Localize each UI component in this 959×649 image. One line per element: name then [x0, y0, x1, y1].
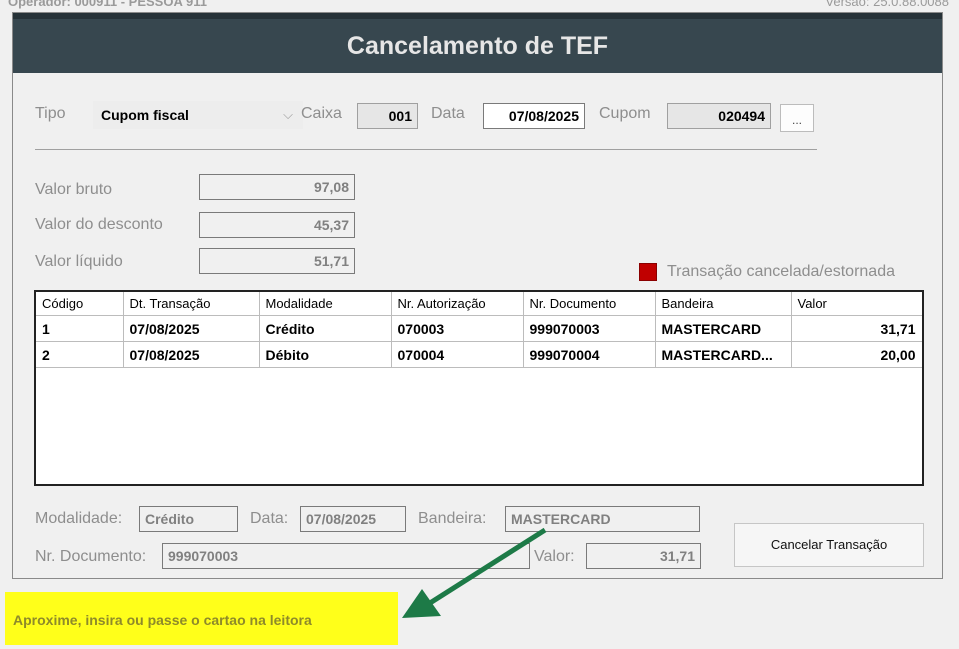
cell-nr-autorizacao: 070003 [391, 315, 524, 342]
tipo-value: Cupom fiscal [101, 107, 189, 123]
valor-bruto-field: 97,08 [199, 174, 355, 200]
cell-nr-autorizacao: 070004 [391, 341, 524, 368]
column-header-nr-autorizacao[interactable]: Nr. Autorização [391, 292, 524, 316]
browse-cupom-button[interactable]: ... [780, 104, 814, 132]
tipo-label: Tipo [35, 105, 66, 122]
data-label: Data [431, 105, 465, 122]
cancelled-legend-swatch [639, 263, 657, 281]
detail-data-label: Data: [250, 510, 289, 527]
cancel-tef-dialog: Cancelamento de TEF Tipo Cupom fiscal ⌵ … [12, 12, 943, 579]
column-header-valor[interactable]: Valor [791, 292, 922, 316]
cell-modalidade: Crédito [259, 315, 392, 342]
cell-nr-documento: 999070003 [523, 315, 656, 342]
valor-liquido-label: Valor líquido [35, 253, 123, 270]
cell-valor: 31,71 [791, 315, 922, 342]
cell-codigo: 1 [36, 315, 124, 342]
column-header-modalidade[interactable]: Modalidade [259, 292, 392, 316]
cell-valor: 20,00 [791, 341, 922, 368]
grid-header-row: Código Dt. Transação Modalidade Nr. Auto… [36, 292, 922, 316]
detail-valor-label: Valor: [534, 548, 575, 565]
cell-bandeira: MASTERCARD... [655, 341, 792, 368]
tipo-select[interactable]: Cupom fiscal ⌵ [93, 101, 303, 129]
cell-nr-documento: 999070004 [523, 341, 656, 368]
valor-liquido-field: 51,71 [199, 248, 355, 274]
cell-dt-transacao: 07/08/2025 [123, 315, 260, 342]
caixa-label: Caixa [301, 105, 342, 122]
table-row[interactable]: 2 07/08/2025 Débito 070004 999070004 MAS… [36, 341, 922, 368]
operator-label: Operador: 000911 - PESSOA 911 [8, 0, 207, 9]
cell-codigo: 2 [36, 341, 124, 368]
cupom-label: Cupom [599, 105, 651, 122]
cancel-transaction-button[interactable]: Cancelar Transação [734, 523, 924, 567]
valor-desconto-field: 45,37 [199, 212, 355, 238]
cell-modalidade: Débito [259, 341, 392, 368]
column-header-codigo[interactable]: Código [36, 292, 124, 316]
detail-valor-field: 31,71 [586, 543, 701, 569]
detail-documento-label: Nr. Documento: [35, 548, 147, 565]
detail-bandeira-field: MASTERCARD [505, 506, 700, 532]
cancelled-legend-label: Transação cancelada/estornada [667, 263, 895, 280]
cell-bandeira: MASTERCARD [655, 315, 792, 342]
column-header-dt-transacao[interactable]: Dt. Transação [123, 292, 260, 316]
chevron-down-icon: ⌵ [283, 107, 293, 122]
detail-modalidade-label: Modalidade: [35, 510, 123, 527]
detail-modalidade-field: Crédito [139, 506, 238, 532]
valor-bruto-label: Valor bruto [35, 181, 113, 198]
data-field[interactable]: 07/08/2025 [483, 103, 585, 129]
separator [35, 149, 817, 150]
caixa-field[interactable]: 001 [357, 103, 418, 129]
cupom-field[interactable]: 020494 [667, 103, 771, 129]
dialog-title: Cancelamento de TEF [346, 31, 609, 60]
column-header-nr-documento[interactable]: Nr. Documento [523, 292, 656, 316]
status-message-bar: Aproxime, insira ou passe o cartao na le… [5, 592, 398, 645]
dialog-titlebar: Cancelamento de TEF [13, 13, 942, 73]
valor-desconto-label: Valor do desconto [35, 216, 163, 233]
column-header-bandeira[interactable]: Bandeira [655, 292, 792, 316]
dialog-body: Tipo Cupom fiscal ⌵ Caixa 001 Data 07/08… [13, 73, 942, 578]
version-label: Versão: 25.0.88.0088 [825, 0, 949, 9]
cell-dt-transacao: 07/08/2025 [123, 341, 260, 368]
detail-documento-field: 999070003 [162, 543, 530, 569]
detail-data-field: 07/08/2025 [300, 506, 406, 532]
detail-bandeira-label: Bandeira: [418, 510, 487, 527]
transactions-grid[interactable]: Código Dt. Transação Modalidade Nr. Auto… [34, 290, 924, 486]
table-row[interactable]: 1 07/08/2025 Crédito 070003 999070003 MA… [36, 315, 922, 342]
